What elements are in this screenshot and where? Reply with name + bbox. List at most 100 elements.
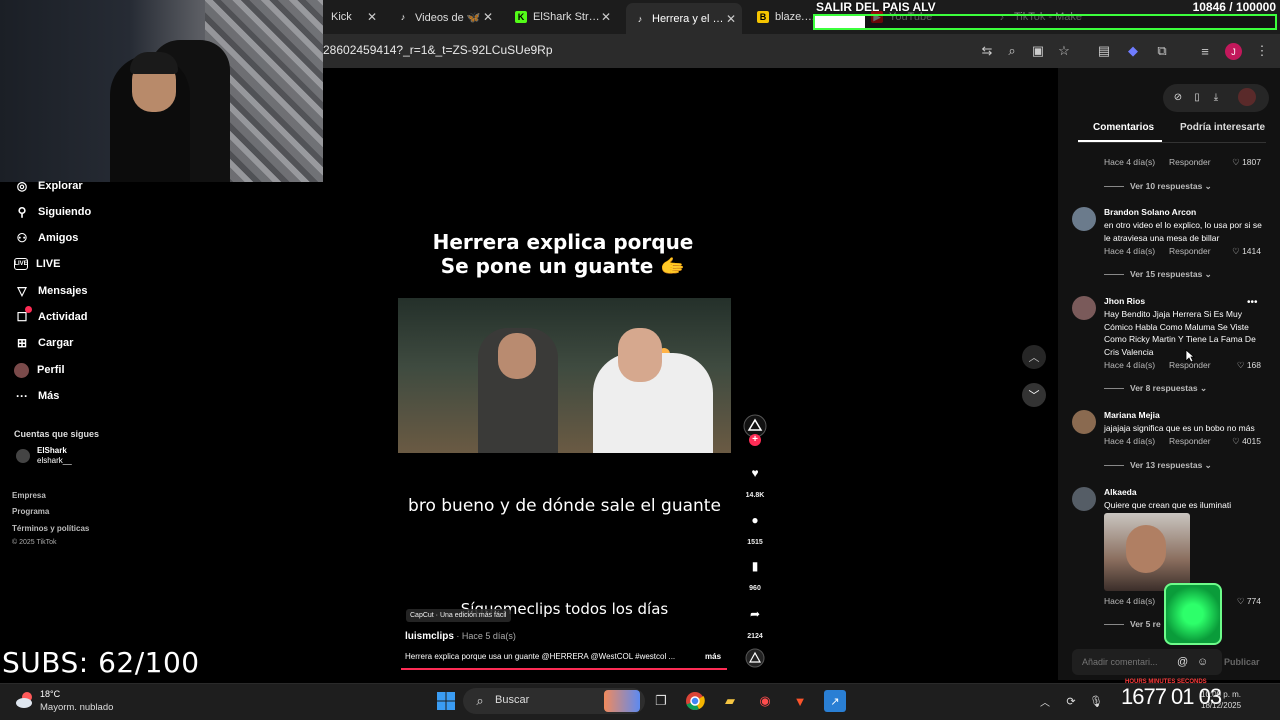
tab-elshark-stream[interactable]: K ElShark Stream ✕ bbox=[507, 5, 617, 29]
comment-likes[interactable]: ♡ 4015 bbox=[1232, 436, 1261, 447]
avatar[interactable] bbox=[1072, 410, 1096, 434]
like-action[interactable]: ♥ 14.8K bbox=[742, 460, 768, 499]
footer-link-terms[interactable]: Términos y políticas bbox=[12, 524, 89, 533]
tab-blaze[interactable]: B blaze.stream bbox=[749, 5, 819, 29]
tab-herrera[interactable]: ♪ Herrera y el sig ✕ bbox=[626, 3, 742, 34]
sync-icon[interactable]: ⟳ bbox=[1060, 690, 1082, 712]
emoji-icon[interactable]: ☺ bbox=[1197, 656, 1208, 668]
profile-avatar[interactable]: J bbox=[1225, 43, 1242, 60]
app-icon[interactable]: ◉ bbox=[754, 690, 776, 712]
weather-cloud-icon[interactable] bbox=[14, 689, 36, 711]
avatar[interactable] bbox=[1072, 296, 1096, 320]
screenshot-icon[interactable]: ▤ bbox=[1096, 43, 1112, 59]
close-icon[interactable]: ✕ bbox=[726, 12, 736, 26]
comment-sticker-image[interactable] bbox=[1104, 513, 1190, 591]
user-avatar[interactable] bbox=[1238, 88, 1256, 106]
close-icon[interactable]: ✕ bbox=[483, 10, 493, 24]
tab-videos[interactable]: ♪ Videos de 🦋 ✕ bbox=[389, 5, 499, 29]
video-title-line: Herrera explica porque bbox=[432, 230, 694, 254]
video-player[interactable] bbox=[398, 298, 731, 453]
nav-explore[interactable]: ◎ Explorar bbox=[14, 175, 83, 197]
capcut-badge[interactable]: CapCut · Una edición más fácil bbox=[406, 609, 511, 622]
compass-icon[interactable]: ⊘ bbox=[1171, 90, 1185, 104]
close-icon[interactable]: ✕ bbox=[601, 10, 611, 24]
video-progress-bar[interactable] bbox=[401, 668, 727, 670]
view-replies-button[interactable]: Ver 8 respuestas ⌄ bbox=[1104, 383, 1207, 394]
avatar[interactable] bbox=[1072, 487, 1096, 511]
tab-might-interest[interactable]: Podría interesarte bbox=[1180, 122, 1265, 133]
system-clock[interactable]: 10:09 p. m. 18/12/2025 bbox=[1201, 689, 1241, 711]
url-field[interactable]: 28602459414?_r=1&_t=ZS-92LCuSUe9Rp bbox=[323, 43, 553, 57]
menu-icon[interactable]: ⋮ bbox=[1254, 43, 1270, 59]
extensions-icon[interactable]: ⧉ bbox=[1154, 43, 1170, 59]
share-action[interactable]: ➦ 2124 bbox=[742, 601, 768, 640]
music-disc-icon[interactable] bbox=[745, 648, 765, 668]
view-replies-button[interactable]: Ver 5 re bbox=[1104, 619, 1161, 629]
comment-user[interactable]: Alkaeda bbox=[1104, 487, 1137, 497]
nav-upload[interactable]: ⊞ Cargar bbox=[14, 332, 74, 354]
view-replies-button[interactable]: Ver 15 respuestas ⌄ bbox=[1104, 269, 1212, 280]
translate-icon[interactable]: ⇆ bbox=[979, 43, 995, 59]
comment-action[interactable]: ● 1515 bbox=[742, 507, 768, 546]
app-launcher-icon[interactable]: ↗ bbox=[824, 690, 846, 712]
nav-following[interactable]: ⚲ Siguiendo bbox=[14, 201, 92, 223]
nav-profile[interactable]: Perfil bbox=[14, 359, 65, 381]
phone-icon[interactable]: ▯ bbox=[1190, 90, 1204, 104]
nav-activity[interactable]: ☐ Actividad bbox=[14, 306, 88, 328]
chevron-up-icon[interactable]: ︿ bbox=[1034, 690, 1056, 712]
comment-likes[interactable]: ♡ 1414 bbox=[1232, 246, 1261, 257]
comment-icon[interactable]: ● bbox=[742, 507, 768, 533]
avatar[interactable] bbox=[1072, 207, 1096, 231]
publish-button[interactable]: Publicar bbox=[1224, 657, 1260, 667]
windows-start-icon[interactable] bbox=[435, 690, 457, 712]
nav-more[interactable]: ··· Más bbox=[14, 385, 59, 407]
cast-icon[interactable]: ▣ bbox=[1030, 43, 1046, 59]
copyright: © 2025 TikTok bbox=[12, 539, 57, 546]
tab-kick[interactable]: Kick ✕ bbox=[323, 5, 383, 29]
view-replies-button[interactable]: Ver 10 respuestas ⌄ bbox=[1104, 181, 1212, 192]
footer-link-company[interactable]: Empresa bbox=[12, 491, 46, 500]
comment-date: Hace 4 día(s) bbox=[1104, 360, 1156, 370]
comment-likes[interactable]: ♡ 774 bbox=[1237, 596, 1261, 607]
comment-likes[interactable]: ♡ 1807 bbox=[1232, 157, 1261, 168]
media-icon[interactable]: ≡ bbox=[1197, 43, 1213, 59]
file-explorer-icon[interactable]: ▰ bbox=[719, 690, 741, 712]
follow-button[interactable]: + bbox=[749, 434, 761, 446]
video-caption: bro bueno y de dónde sale el guante bbox=[408, 496, 721, 516]
download-icon[interactable]: ⤓ bbox=[1209, 90, 1223, 104]
footer-link-program[interactable]: Programa bbox=[12, 507, 49, 516]
microphone-icon[interactable]: 🎙 bbox=[1085, 690, 1107, 712]
mention-icon[interactable]: @ bbox=[1177, 656, 1188, 668]
chrome-icon[interactable] bbox=[684, 690, 706, 712]
reply-button[interactable]: Responder bbox=[1169, 246, 1211, 256]
chevron-down-icon: ﹀ bbox=[1028, 390, 1040, 402]
more-button[interactable]: más bbox=[705, 652, 721, 661]
comment-user[interactable]: Jhon Rios bbox=[1104, 296, 1145, 306]
star-icon[interactable]: ☆ bbox=[1056, 43, 1072, 59]
nav-friends[interactable]: ⚇ Amigos bbox=[14, 227, 79, 249]
next-video-button[interactable]: ﹀ bbox=[1022, 383, 1046, 407]
reply-button[interactable]: Responder bbox=[1169, 436, 1211, 446]
nav-live[interactable]: LIVE LIVE bbox=[14, 253, 60, 275]
view-replies-button[interactable]: Ver 13 respuestas ⌄ bbox=[1104, 460, 1212, 471]
more-options-icon[interactable]: ••• bbox=[1247, 297, 1258, 308]
brave-icon[interactable]: ▼ bbox=[789, 690, 811, 712]
previous-video-button[interactable]: ︿ bbox=[1022, 345, 1046, 369]
task-view-icon[interactable]: ❐ bbox=[650, 690, 672, 712]
heart-icon[interactable]: ♥ bbox=[742, 460, 768, 486]
extension-ai-icon[interactable]: ◆ bbox=[1125, 43, 1141, 59]
reply-button[interactable]: Responder bbox=[1169, 157, 1211, 167]
comment-likes[interactable]: ♡ 168 bbox=[1237, 360, 1261, 371]
zoom-icon[interactable]: ⌕ bbox=[1004, 43, 1020, 59]
close-icon[interactable]: ✕ bbox=[367, 10, 377, 24]
bookmark-icon[interactable]: ▮ bbox=[742, 553, 768, 579]
save-action[interactable]: ▮ 960 bbox=[742, 553, 768, 592]
video-author[interactable]: luismclips · Hace 5 día(s) bbox=[405, 631, 516, 642]
followed-account[interactable]: ElShark elshark__ bbox=[16, 446, 72, 466]
tab-comments[interactable]: Comentarios bbox=[1093, 122, 1154, 133]
tiktok-icon: ♪ bbox=[637, 13, 643, 24]
nav-messages[interactable]: ▽ Mensajes bbox=[14, 280, 87, 302]
comment-user[interactable]: Mariana Mejia bbox=[1104, 410, 1160, 420]
comment-user[interactable]: Brandon Solano Arcon bbox=[1104, 207, 1196, 217]
share-icon[interactable]: ➦ bbox=[742, 601, 768, 627]
